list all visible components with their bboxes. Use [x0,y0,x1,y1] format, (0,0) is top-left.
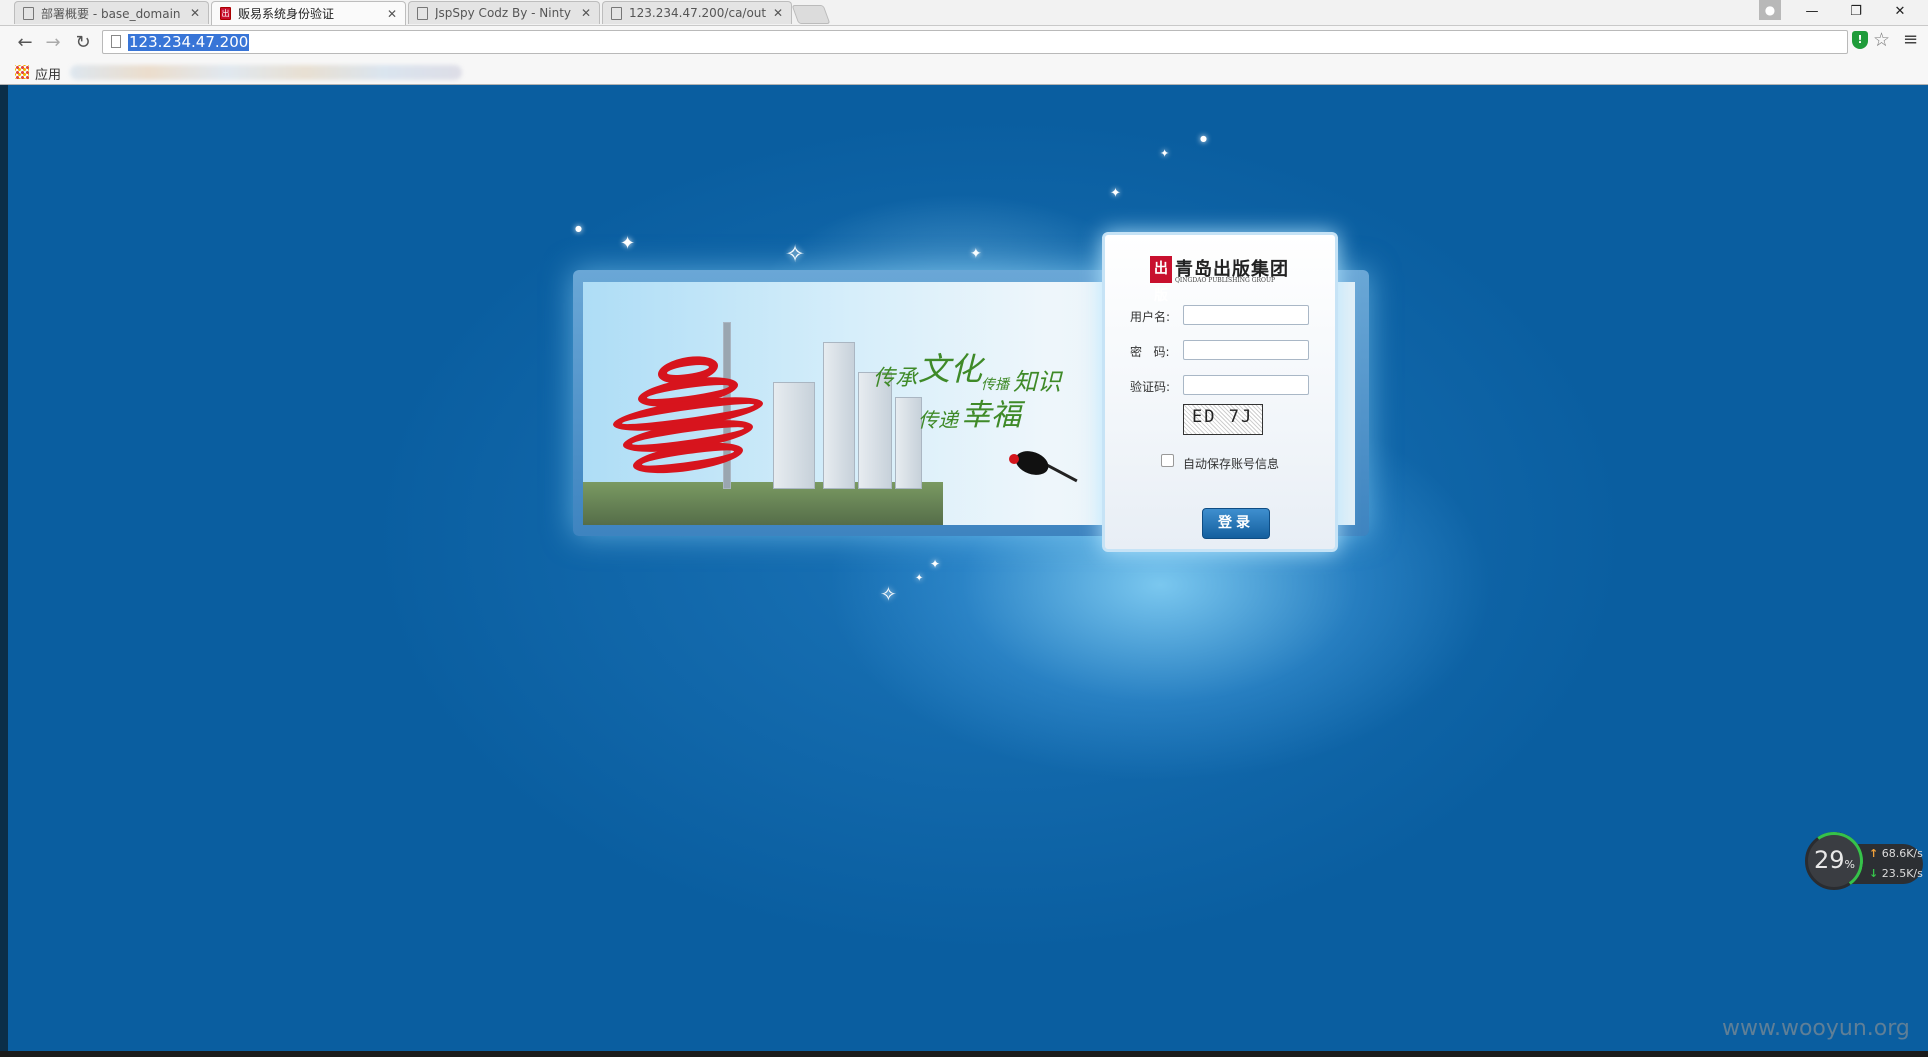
sparkle-icon: ✦ [970,246,982,262]
upload-speed: ↑ 68.6K/s [1869,847,1923,860]
blurred-bookmarks [70,65,462,80]
mouse-button [1009,454,1019,464]
sparkle-icon: ✦ [930,557,941,571]
close-icon[interactable]: ✕ [581,6,591,20]
building [823,342,855,489]
download-speed: ↓ 23.5K/s [1869,867,1923,880]
tab-strip: 部署概要 - base_domain ✕ 出 贩易系统身份验证 ✕ JspSpy… [0,0,1928,26]
address-bar[interactable]: 123.234.47.200 [102,30,1848,54]
down-arrow-icon: ↓ [1869,867,1879,880]
login-panel: 出版 青岛出版集团 QINGDAO PUBLISHING GROUP 用户名: … [1102,232,1338,552]
mouse-cord [1044,462,1078,483]
tab-title: JspSpy Codz By - Ninty [435,6,572,20]
tab-jspspy[interactable]: JspSpy Codz By - Ninty ✕ [408,1,600,24]
shield-extension-icon[interactable]: ! [1852,31,1868,49]
username-input[interactable] [1183,305,1309,325]
password-input[interactable] [1183,340,1309,360]
sparkle-icon: ✦ [1110,186,1121,201]
tab-title: 123.234.47.200/ca/out.js [629,6,767,20]
forward-arrow-icon[interactable]: → [40,30,66,56]
taskbar-edge [0,1051,1928,1057]
menu-icon[interactable]: ≡ [1903,29,1918,50]
captcha-label: 验证码: [1130,380,1171,394]
sparkle-icon: ✦ [620,233,636,254]
close-icon[interactable]: ✕ [387,7,397,21]
back-arrow-icon[interactable]: ← [12,30,38,56]
slogan-text: 幸福 [961,398,1021,433]
restore-button[interactable]: ❐ [1834,0,1878,25]
left-edge-strip [0,85,8,1057]
url-text[interactable]: 123.234.47.200 [128,34,250,51]
apps-link[interactable]: 应用 [35,64,61,83]
page-icon [23,6,34,20]
slogan-text: 文化 [918,350,983,388]
apps-grid-icon[interactable] [15,65,29,79]
bookmark-star-icon[interactable]: ☆ [1873,29,1890,51]
bookmarks-bar: 应用 [0,60,1928,85]
captcha-image[interactable]: ED 7J [1183,404,1263,435]
page-icon [417,6,428,20]
may-wind-sculpture [613,347,763,487]
watermark: www.wooyun.org [1722,1016,1910,1041]
sparkle-icon: ● [575,224,582,233]
qingdao-publishing-logo-icon: 出版 [1150,256,1172,304]
site-favicon-icon: 出 [220,7,231,20]
tab-title: 贩易系统身份验证 [238,7,335,21]
slogan-text: 传承 [873,366,918,391]
network-monitor-widget[interactable]: 29% ↑ 68.6K/s ↓ 23.5K/s [1800,827,1923,895]
sparkle-icon: ✧ [880,582,897,606]
tab-title: 部署概要 - base_domain [41,6,181,21]
page-icon [611,6,622,20]
password-label: 密 码: [1130,345,1170,359]
captcha-text: ED 7J [1192,407,1254,427]
slogan-text: 传递 [918,408,958,432]
logo-name-en: QINGDAO PUBLISHING GROUP [1175,277,1276,284]
sparkle-icon: ✧ [785,240,806,268]
minimize-button[interactable]: — [1790,0,1834,25]
page-icon [111,35,121,48]
close-window-button[interactable]: ✕ [1878,0,1922,25]
close-icon[interactable]: ✕ [773,6,783,20]
login-button[interactable]: 登录 [1202,508,1270,539]
sparkle-icon: ● [1200,134,1207,143]
up-arrow-icon: ↑ [1869,847,1879,860]
captcha-input[interactable] [1183,375,1309,395]
remember-label[interactable]: 自动保存账号信息 [1183,455,1279,472]
building [773,382,815,489]
username-label: 用户名: [1130,310,1171,324]
tab-auth[interactable]: 出 贩易系统身份验证 ✕ [211,1,406,25]
tab-outjs[interactable]: 123.234.47.200/ca/out.js ✕ [602,1,792,24]
computer-mouse-icon [1012,446,1052,480]
profile-icon[interactable]: ● [1759,0,1781,20]
sparkle-icon: ✦ [915,573,924,584]
tab-deployment[interactable]: 部署概要 - base_domain ✕ [14,1,209,24]
remember-checkbox[interactable] [1161,454,1174,467]
page-viewport: ✦ ✧ ✦ ✦ ✦ ✧ ✦ ● ✦ ● [0,85,1928,1052]
browser-toolbar: ← → ↻ 123.234.47.200 ! ☆ ≡ [0,26,1928,60]
reload-icon[interactable]: ↻ [70,30,96,56]
sparkle-icon: ✦ [1160,147,1170,160]
new-tab-button[interactable] [791,5,831,24]
cpu-percent: 29% [1814,846,1855,874]
close-icon[interactable]: ✕ [190,6,200,20]
